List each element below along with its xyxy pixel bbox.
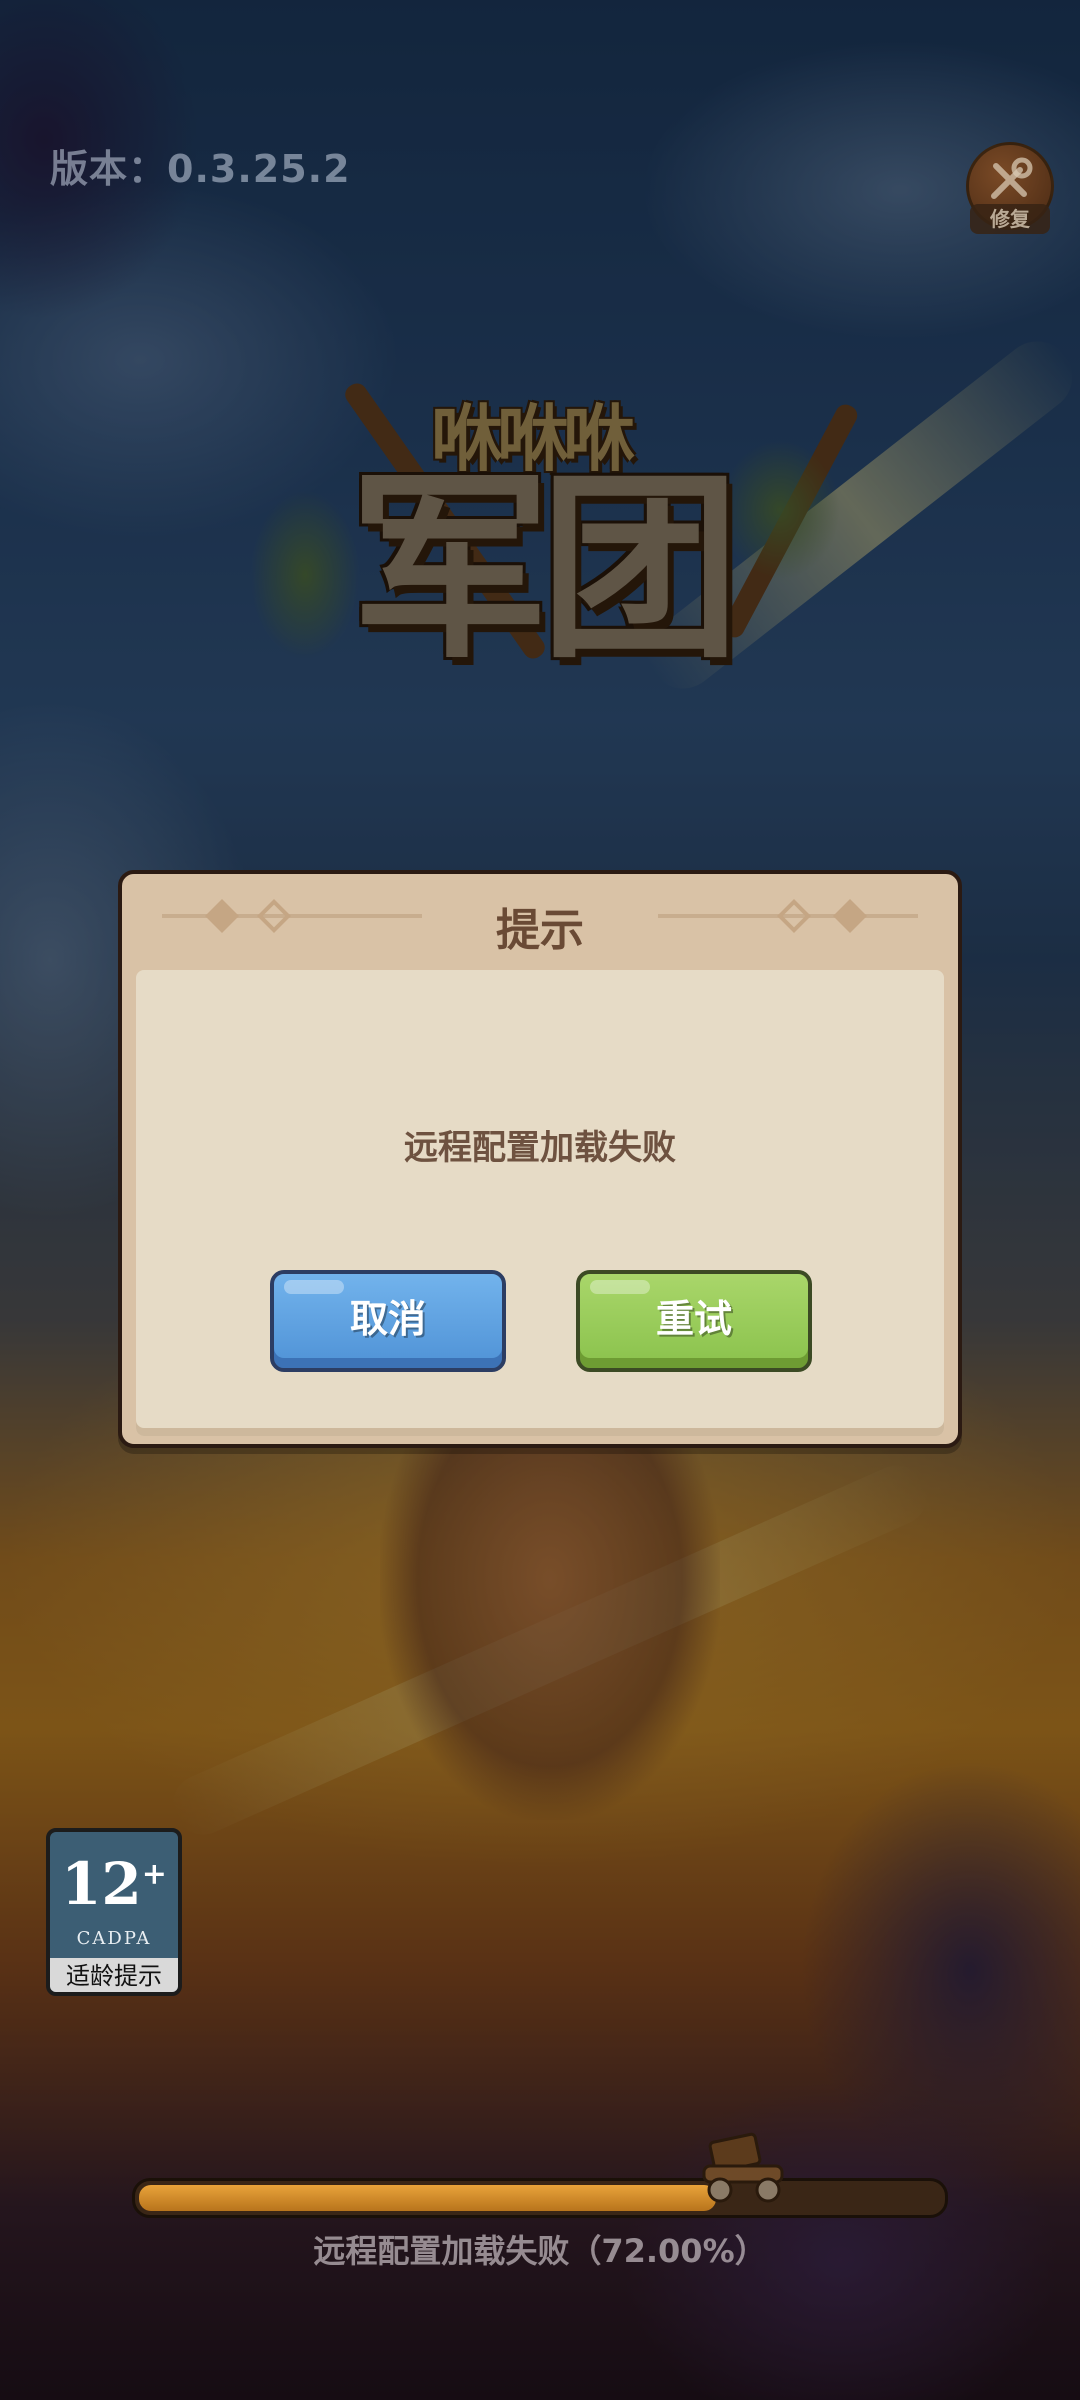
cancel-button[interactable]: 取消 <box>270 1270 506 1372</box>
retry-button[interactable]: 重试 <box>576 1270 812 1372</box>
cart-icon <box>702 2132 784 2203</box>
dialog-header: 提示 <box>122 874 958 970</box>
age-rating-tip: 适龄提示 <box>50 1958 178 1992</box>
repair-button-label: 修复 <box>970 204 1050 234</box>
repair-button[interactable]: 修复 <box>966 142 1054 238</box>
age-rating-number: 12+ <box>50 1850 178 1918</box>
wrench-screwdriver-icon <box>991 157 1033 199</box>
dialog-body: 远程配置加载失败 <box>136 970 944 1436</box>
age-rating-badge: 12+ CADPA 适龄提示 <box>46 1828 182 1996</box>
age-plus: + <box>141 1856 167 1892</box>
loading-status-text: 远程配置加载失败（72.00%） <box>313 2232 767 2270</box>
age-number: 12 <box>61 1850 142 1918</box>
loading-progress-fill <box>139 2185 716 2211</box>
alert-dialog: 提示 远程配置加载失败 <box>118 870 962 1448</box>
dialog-title: 提示 <box>496 905 584 956</box>
loading-progress-bar <box>132 2178 948 2218</box>
version-label: 版本：0.3.25.2 <box>50 147 351 191</box>
game-loading-screen: 咻咻咻 军团 版本：0.3.25.2 修复 提示 远程配置加载失败 取消 重试 … <box>0 0 1080 2400</box>
dialog-message: 远程配置加载失败 <box>404 1128 676 1168</box>
age-rating-org: CADPA <box>76 1928 152 1949</box>
